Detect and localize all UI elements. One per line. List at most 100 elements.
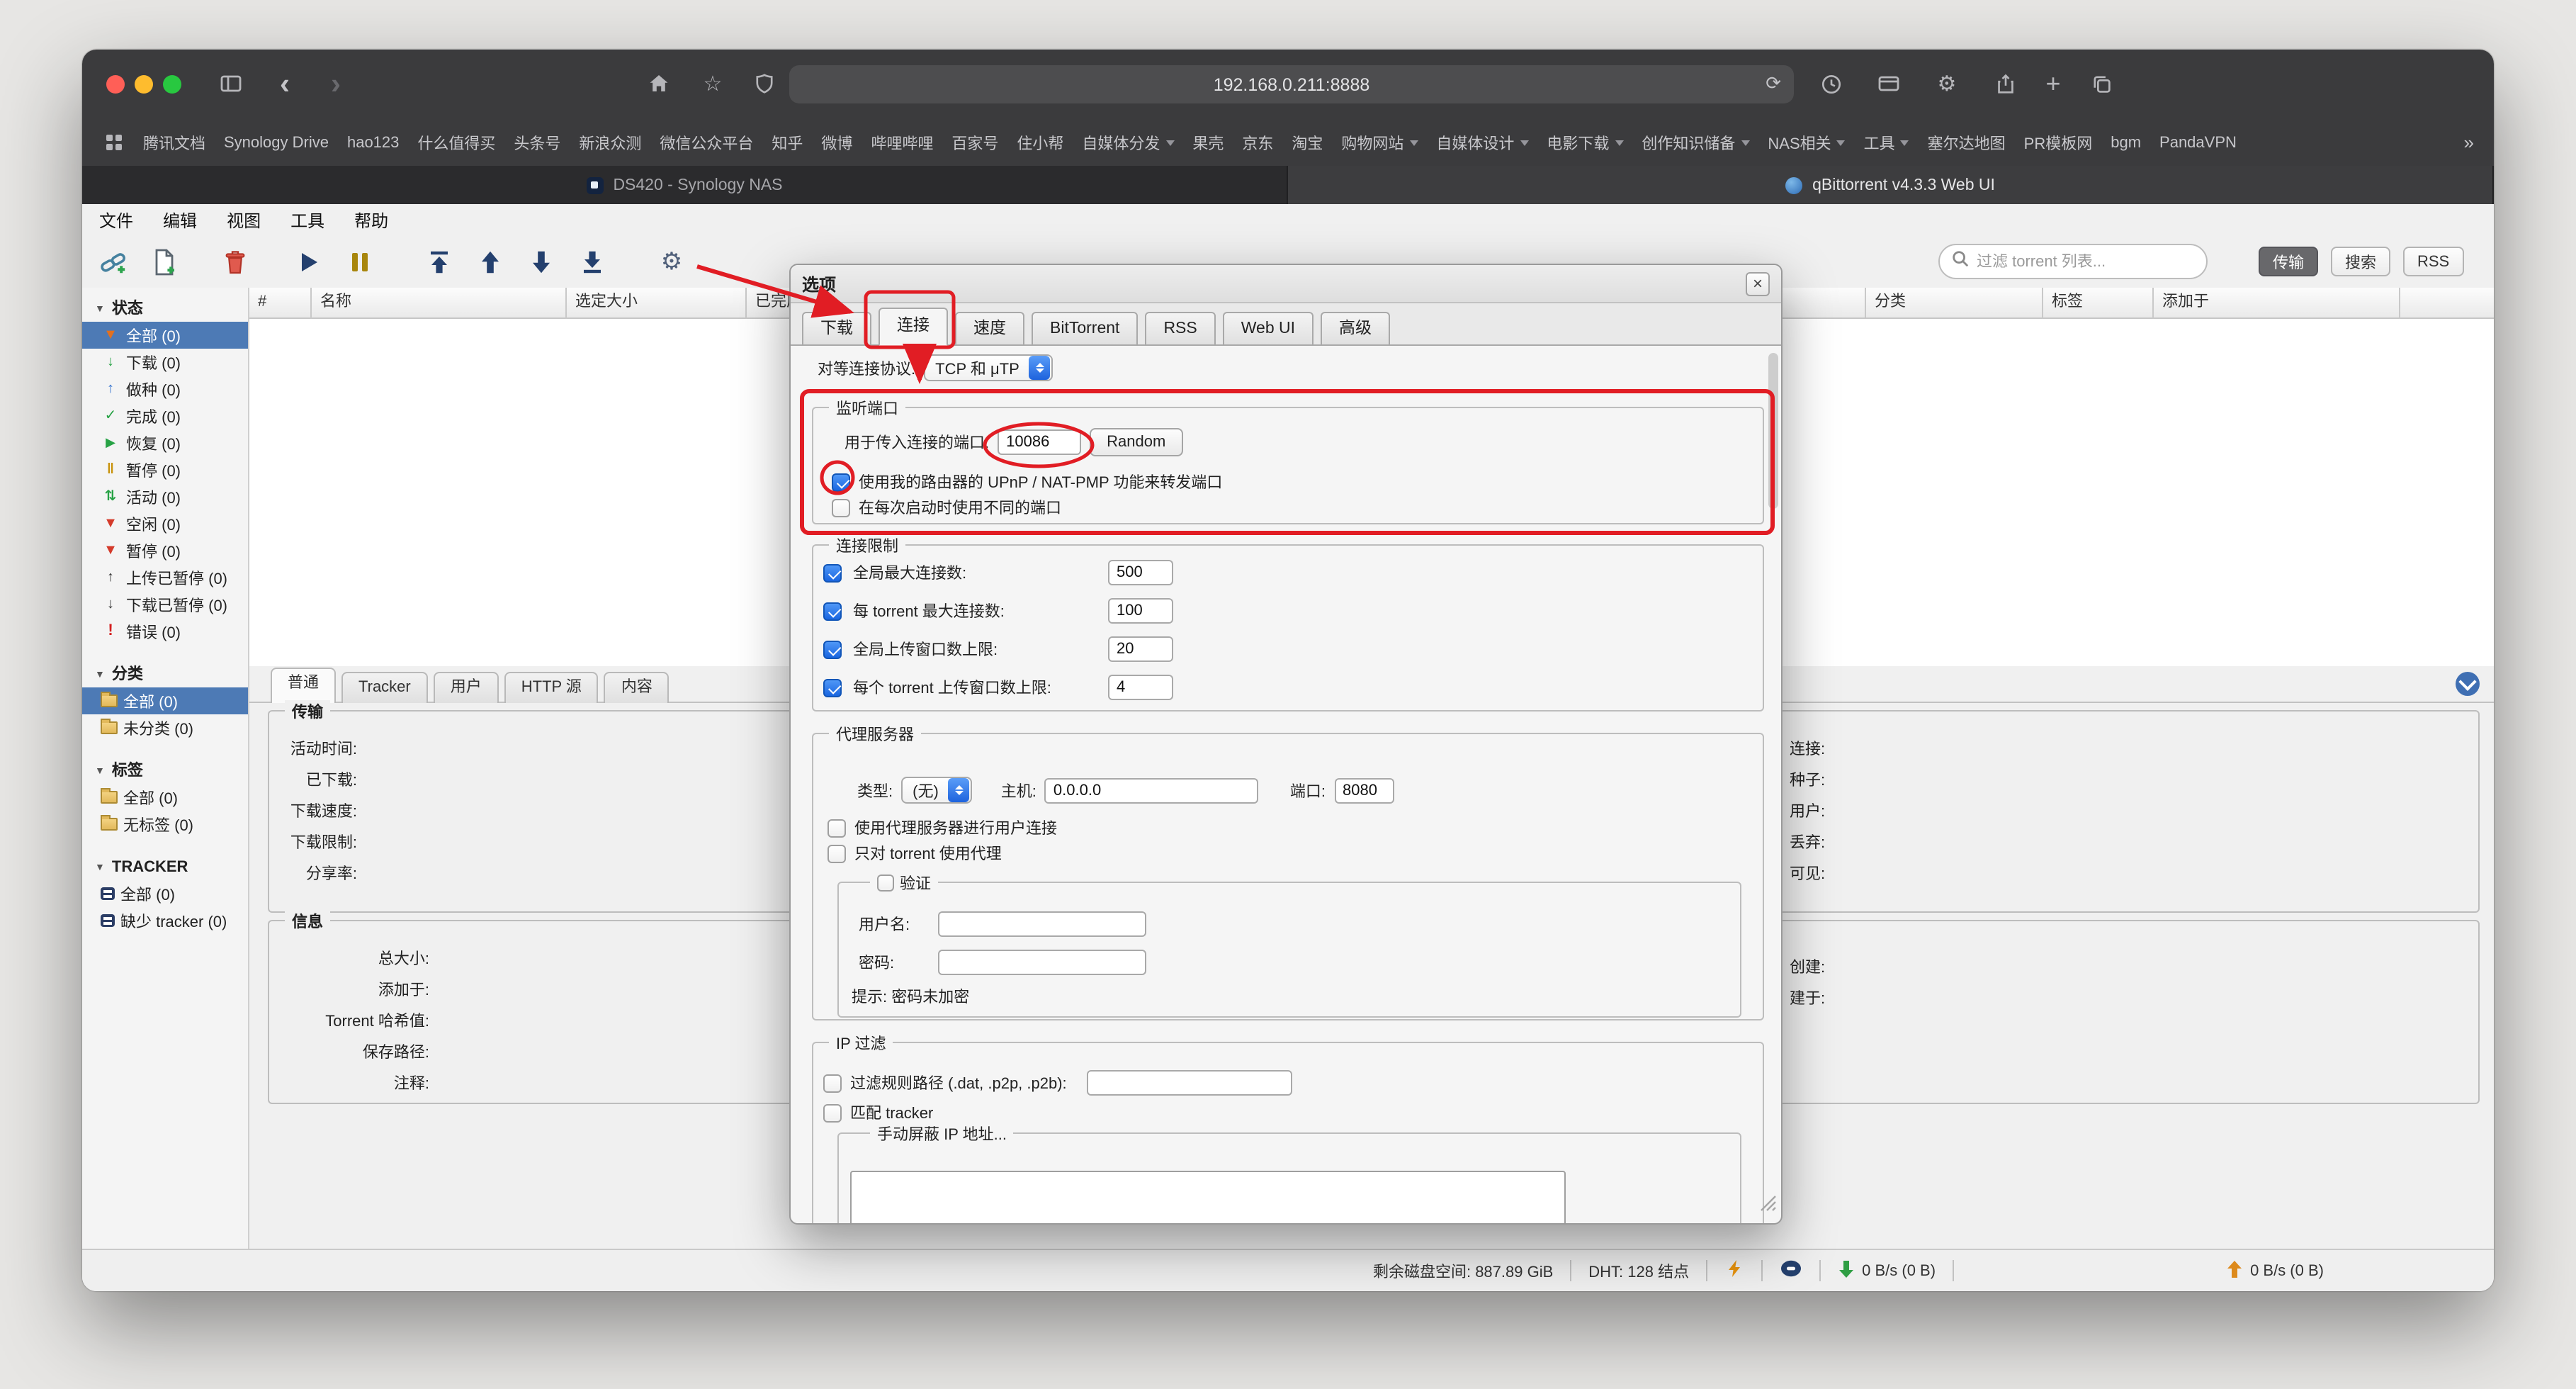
column-header[interactable]: 名称: [312, 288, 567, 319]
limit-input[interactable]: 20: [1108, 636, 1173, 662]
upnp-checkbox[interactable]: [832, 473, 850, 491]
status-filter-item[interactable]: 上传已暂停 (0): [82, 564, 248, 591]
dialog-tab[interactable]: BitTorrent: [1032, 312, 1138, 346]
bookmark-item[interactable]: 微信公众平台: [660, 131, 753, 154]
column-header[interactable]: #: [249, 288, 312, 319]
menu-item[interactable]: 编辑: [163, 208, 197, 232]
address-bar[interactable]: 192.168.0.211:8888 ⟳: [789, 65, 1794, 103]
dialog-titlebar[interactable]: 选项 ×: [791, 265, 1781, 303]
limit-checkbox[interactable]: [823, 640, 842, 658]
dialog-close-button[interactable]: ×: [1746, 271, 1770, 296]
bookmark-item[interactable]: 自媒体设计: [1436, 131, 1528, 154]
view-button[interactable]: 搜索: [2331, 247, 2390, 276]
dialog-tab[interactable]: 高级: [1321, 312, 1390, 346]
bookmark-item[interactable]: 知乎: [772, 131, 803, 154]
proxy-password-input[interactable]: [938, 950, 1146, 975]
filter-path-input[interactable]: [1087, 1070, 1292, 1096]
tracker-filter-item[interactable]: 缺少 tracker (0): [82, 907, 248, 934]
bookmark-item[interactable]: Synology Drive: [224, 134, 329, 151]
proxy-torrents-only-checkbox[interactable]: [827, 844, 846, 862]
add-torrent-link-icon[interactable]: [99, 247, 128, 276]
browser-tab[interactable]: DS420 - Synology NAS: [82, 166, 1288, 204]
bookmark-item[interactable]: 果壳: [1192, 131, 1224, 154]
bookmark-item[interactable]: 腾讯文档: [143, 131, 205, 154]
close-window-button[interactable]: [106, 75, 125, 94]
bookmark-item[interactable]: 哔哩哔哩: [871, 131, 933, 154]
filter-path-checkbox[interactable]: [823, 1074, 842, 1092]
back-button[interactable]: ‹: [268, 67, 302, 101]
menu-item[interactable]: 工具: [290, 208, 324, 232]
column-header[interactable]: 标签: [2043, 288, 2154, 319]
details-tab[interactable]: Tracker: [341, 672, 428, 703]
bookmark-item[interactable]: 什么值得买: [417, 131, 495, 154]
category-filter-item[interactable]: 全部 (0): [82, 687, 248, 714]
zoom-window-button[interactable]: [163, 75, 181, 94]
bookmark-item[interactable]: 电影下载: [1547, 131, 1623, 154]
limit-input[interactable]: 4: [1108, 675, 1173, 700]
dialog-scrollbar-thumb[interactable]: [1768, 353, 1778, 509]
proxy-peer-connections-checkbox[interactable]: [827, 819, 846, 837]
status-filter-item[interactable]: 下载 (0): [82, 349, 248, 376]
favorites-grid-icon[interactable]: [102, 131, 125, 154]
categories-section-header[interactable]: 分类: [82, 662, 248, 687]
proxy-username-input[interactable]: [938, 911, 1146, 937]
resume-icon[interactable]: [295, 247, 323, 276]
view-button[interactable]: 传输: [2259, 247, 2318, 276]
move-bottom-icon[interactable]: [578, 247, 606, 276]
menu-item[interactable]: 帮助: [354, 208, 388, 232]
tracker-section-header[interactable]: TRACKER: [82, 855, 248, 880]
status-filter-item[interactable]: 完成 (0): [82, 403, 248, 429]
column-header[interactable]: 添加于: [2154, 288, 2400, 319]
status-filter-item[interactable]: 恢复 (0): [82, 429, 248, 456]
new-tab-icon[interactable]: +: [2036, 67, 2070, 101]
bookmark-item[interactable]: 塞尔达地图: [1928, 131, 2006, 154]
forward-button[interactable]: ›: [319, 67, 353, 101]
status-filter-item[interactable]: 下载已暂停 (0): [82, 591, 248, 618]
menu-item[interactable]: 文件: [99, 208, 133, 232]
dialog-tab[interactable]: 连接: [879, 308, 948, 346]
wallet-icon[interactable]: [1872, 67, 1906, 101]
dialog-tab[interactable]: RSS: [1145, 312, 1215, 346]
limit-checkbox[interactable]: [823, 563, 842, 582]
limit-checkbox[interactable]: [823, 602, 842, 620]
pause-icon[interactable]: [346, 247, 374, 276]
bookmark-item[interactable]: 创作知识储备: [1642, 131, 1749, 154]
details-tab[interactable]: HTTP 源: [504, 672, 599, 703]
move-top-icon[interactable]: [425, 247, 453, 276]
dialog-resize-grip[interactable]: [1760, 1193, 1777, 1219]
dialog-tab[interactable]: 速度: [955, 312, 1024, 346]
proxy-type-select[interactable]: (无): [901, 777, 973, 804]
dialog-tab[interactable]: Web UI: [1223, 312, 1314, 346]
bookmark-item[interactable]: PR模板网: [2024, 131, 2093, 154]
connection-status-icon[interactable]: [1780, 1259, 1802, 1283]
minimize-window-button[interactable]: [135, 75, 153, 94]
tab-overview-icon[interactable]: [2084, 67, 2118, 101]
bookmark-item[interactable]: 头条号: [514, 131, 560, 154]
alt-speed-limits-icon[interactable]: [1724, 1259, 1744, 1283]
manual-ban-textarea[interactable]: [850, 1171, 1566, 1223]
history-icon[interactable]: [1814, 67, 1848, 101]
status-filter-item[interactable]: 活动 (0): [82, 483, 248, 510]
proxy-auth-checkbox[interactable]: [877, 875, 894, 892]
details-tab[interactable]: 用户: [434, 672, 499, 703]
sidebar-toggle-icon[interactable]: [214, 67, 248, 101]
browser-tab[interactable]: qBittorrent v4.3.3 Web UI: [1288, 166, 2494, 204]
torrent-filter-search[interactable]: [1938, 244, 2208, 279]
different-port-checkbox[interactable]: [832, 498, 850, 517]
apply-tracker-checkbox[interactable]: [823, 1103, 842, 1122]
tags-section-header[interactable]: 标签: [82, 758, 248, 784]
category-filter-item[interactable]: 未分类 (0): [82, 714, 248, 741]
options-gear-icon[interactable]: ⚙: [657, 247, 686, 276]
settings-gear-icon[interactable]: ⚙: [1930, 67, 1964, 101]
bookmark-item[interactable]: 住小帮: [1017, 131, 1063, 154]
status-section-header[interactable]: 状态: [82, 296, 248, 322]
details-tab[interactable]: 普通: [271, 668, 336, 703]
status-filter-item[interactable]: 空闲 (0): [82, 510, 248, 537]
limit-input[interactable]: 500: [1108, 560, 1173, 585]
bookmark-item[interactable]: 购物网站: [1341, 131, 1418, 154]
status-filter-item[interactable]: 暂停 (0): [82, 456, 248, 483]
search-input[interactable]: [1977, 253, 2195, 270]
move-down-icon[interactable]: [527, 247, 555, 276]
add-torrent-file-icon[interactable]: [150, 247, 179, 276]
status-filter-item[interactable]: 全部 (0): [82, 322, 248, 349]
